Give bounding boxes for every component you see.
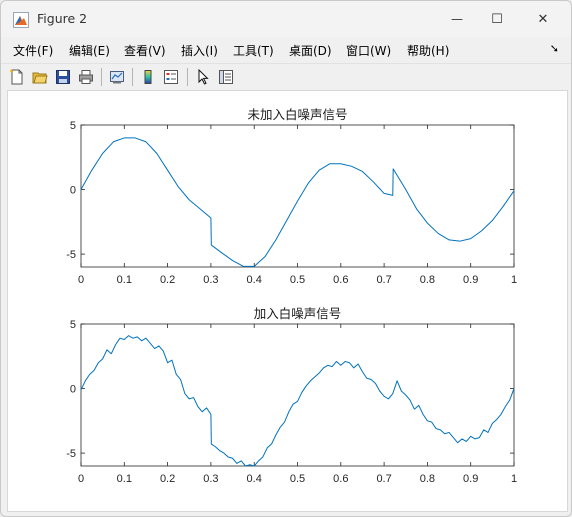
- x-tick-label: 0.6: [333, 473, 348, 485]
- x-tick-label: 0.2: [160, 473, 175, 485]
- menu-file[interactable]: 文件(F): [13, 42, 53, 59]
- y-tick-label: 5: [70, 120, 76, 132]
- x-tick-label: 0.4: [247, 473, 262, 485]
- y-tick-label: -5: [66, 448, 76, 460]
- x-tick-label: 0.3: [203, 274, 218, 286]
- window-title: Figure 2: [37, 11, 88, 26]
- x-tick-label: 0.8: [420, 473, 435, 485]
- menu-tools[interactable]: 工具(T): [233, 42, 274, 59]
- pointer-icon[interactable]: [193, 67, 213, 87]
- menu-edit[interactable]: 编辑(E): [69, 42, 110, 59]
- matlab-logo-icon: [13, 12, 29, 28]
- x-tick-label: 0.9: [463, 473, 478, 485]
- axes-box: [80, 323, 515, 467]
- toolbar-dock-arrow-icon[interactable]: ➘: [550, 42, 559, 55]
- figure-toolbar: [1, 63, 571, 90]
- menu-window[interactable]: 窗口(W): [346, 42, 391, 59]
- x-tick-label: 0.1: [117, 274, 132, 286]
- y-tick-label: -5: [66, 249, 76, 261]
- toolbar-separator: [187, 68, 188, 86]
- subplot-1[interactable]: 未加入白噪声信号 0 0.1 0.2 0.3 0.4 0.5 0.6 0.7 0.8 0.9 1 5 0 -…: [66, 107, 517, 286]
- y-tick-label: 0: [70, 384, 76, 396]
- axes-title: 未加入白噪声信号: [247, 107, 347, 122]
- y-tick-label: 0: [70, 185, 76, 197]
- toolbar-separator: [132, 68, 133, 86]
- axes-box: [80, 124, 515, 268]
- x-tick-label: 0.4: [247, 274, 262, 286]
- maximize-button[interactable]: ☐: [477, 5, 517, 33]
- menu-help[interactable]: 帮助(H): [407, 42, 449, 59]
- close-icon: ✕: [537, 11, 549, 27]
- legend-icon[interactable]: [161, 67, 181, 87]
- figure-canvas[interactable]: 未加入白噪声信号 0 0.1 0.2 0.3 0.4 0.5 0.6 0.7 0.8 0.9 1 5 0 -…: [7, 90, 568, 512]
- open-file-icon[interactable]: [30, 67, 50, 87]
- link-plot-icon[interactable]: [107, 67, 127, 87]
- menu-view[interactable]: 查看(V): [124, 42, 166, 59]
- x-tick-label: 0.7: [376, 274, 391, 286]
- menu-desktop[interactable]: 桌面(D): [289, 42, 332, 59]
- print-icon[interactable]: [76, 67, 96, 87]
- toolbar-separator: [101, 68, 102, 86]
- property-inspector-icon[interactable]: [216, 67, 236, 87]
- x-tick-label: 1: [511, 274, 517, 286]
- x-tick-label: 0.8: [420, 274, 435, 286]
- menu-bar: 文件(F) 编辑(E) 查看(V) 插入(I) 工具(T) 桌面(D) 窗口(W…: [1, 38, 571, 62]
- x-tick-label: 0: [78, 473, 84, 485]
- save-icon[interactable]: [53, 67, 73, 87]
- subplot-2[interactable]: 加入白噪声信号 0 0.1 0.2 0.3 0.4 0.5 0.6 0.7 0.8 0.9 1 5 0 -5: [66, 306, 517, 485]
- x-tick-label: 0: [78, 274, 84, 286]
- axes-title: 加入白噪声信号: [254, 306, 342, 321]
- menu-insert[interactable]: 插入(I): [181, 42, 218, 59]
- x-tick-label: 0.2: [160, 274, 175, 286]
- close-button[interactable]: ✕: [523, 5, 563, 33]
- x-tick-label: 0.6: [333, 274, 348, 286]
- x-tick-label: 0.5: [290, 473, 305, 485]
- minimize-icon: —: [451, 12, 463, 26]
- figure-window: Figure 2 — ☐ ✕ 文件(F) 编辑(E) 查看(V) 插入(I) 工…: [0, 0, 572, 517]
- title-bar[interactable]: Figure 2 — ☐ ✕: [1, 1, 571, 37]
- y-tick-label: 5: [70, 319, 76, 331]
- maximize-icon: ☐: [491, 11, 503, 27]
- x-tick-label: 0.3: [203, 473, 218, 485]
- new-figure-icon[interactable]: [7, 67, 27, 87]
- x-tick-label: 1: [511, 473, 517, 485]
- minimize-button[interactable]: —: [437, 5, 477, 33]
- x-tick-label: 0.5: [290, 274, 305, 286]
- plot-area[interactable]: 未加入白噪声信号 0 0.1 0.2 0.3 0.4 0.5 0.6 0.7 0.8 0.9 1 5 0 -…: [8, 91, 567, 511]
- x-tick-label: 0.7: [376, 473, 391, 485]
- x-tick-label: 0.9: [463, 274, 478, 286]
- colorbar-icon[interactable]: [138, 67, 158, 87]
- x-tick-label: 0.1: [117, 473, 132, 485]
